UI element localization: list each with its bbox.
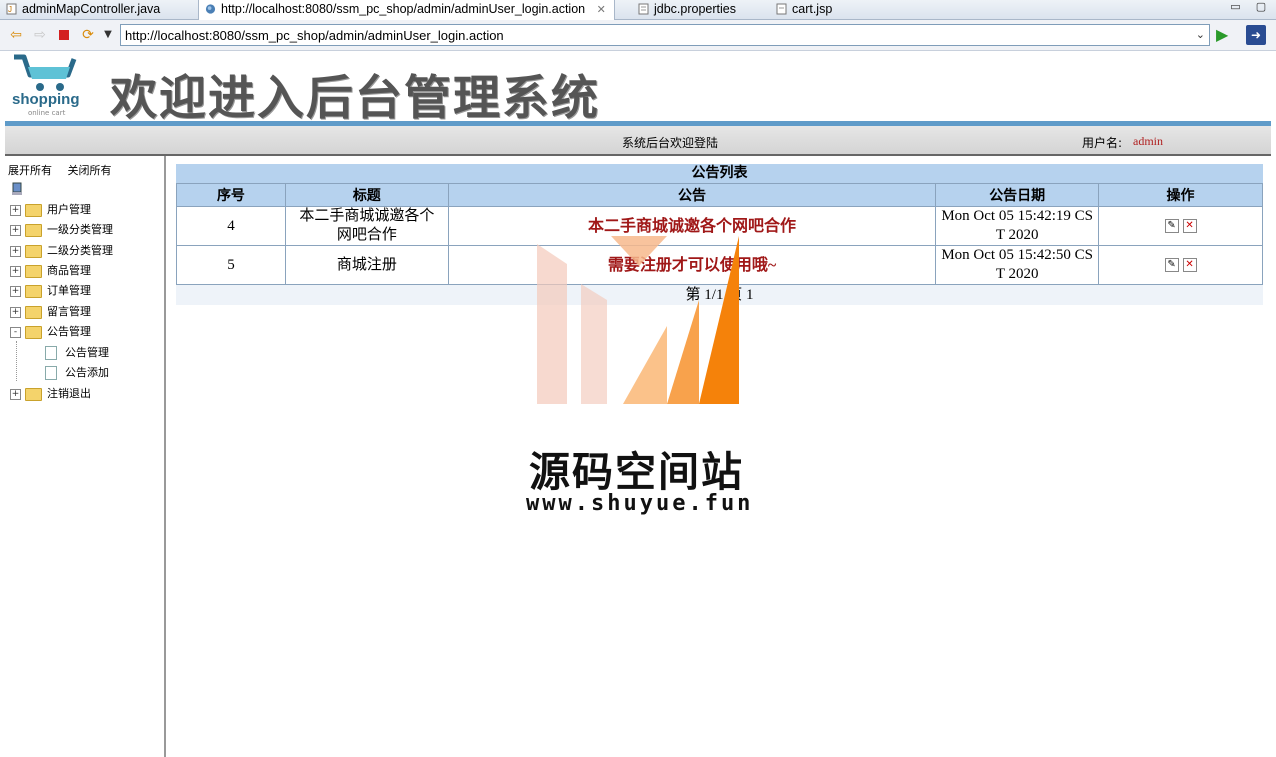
watermark-logo-icon — [537, 236, 739, 404]
page-icon — [45, 346, 57, 360]
cell-date: Mon Oct 05 15:42:19 CST 2020 — [935, 206, 1100, 246]
expand-toggle-icon[interactable]: + — [10, 245, 21, 257]
folder-icon — [25, 264, 42, 278]
folder-icon — [25, 203, 42, 217]
logo-subtitle: online cart — [28, 109, 66, 117]
expand-toggle-icon[interactable]: + — [10, 204, 21, 216]
collapse-all-link[interactable]: 关闭所有 — [68, 164, 112, 177]
cell-actions: ✎ ✕ — [1098, 206, 1263, 246]
back-arrow-icon[interactable]: ⇦ — [6, 25, 26, 45]
expand-toggle-icon[interactable]: + — [10, 306, 21, 318]
tab-jdbc-properties[interactable]: jdbc.properties — [632, 0, 736, 19]
col-header-date: 公告日期 — [935, 183, 1100, 207]
text-file-icon — [638, 3, 649, 15]
tab-cart-jsp[interactable]: cart.jsp — [770, 0, 832, 19]
welcome-text: 系统后台欢迎登陆 — [622, 136, 719, 150]
minimize-icon[interactable]: ▭ — [1229, 0, 1243, 13]
delete-icon[interactable]: ✕ — [1182, 219, 1197, 234]
cell-title: 商城注册 — [284, 245, 449, 285]
tree-controls: 展开所有 关闭所有 — [8, 162, 124, 178]
col-header-actions: 操作 — [1098, 183, 1263, 207]
history-dropdown-icon[interactable]: ▼ — [98, 25, 118, 45]
sidebar-item-order-management[interactable]: + 订单管理 — [10, 282, 91, 300]
open-folder-icon — [25, 325, 42, 339]
site-header: shopping online cart 欢迎进入后台管理系统 — [0, 51, 1276, 126]
edit-icon[interactable]: ✎ — [1164, 258, 1179, 273]
delete-icon[interactable]: ✕ — [1182, 258, 1197, 273]
cell-title: 本二手商城诚邀各个网吧合作 — [284, 206, 449, 246]
folder-icon — [25, 305, 42, 319]
collapse-toggle-icon[interactable]: - — [10, 326, 21, 338]
refresh-icon[interactable]: ⟳ — [78, 25, 98, 45]
sidebar-item-message-management[interactable]: + 留言管理 — [10, 303, 91, 321]
cell-date: Mon Oct 05 15:42:50 CST 2020 — [935, 245, 1100, 285]
expand-toggle-icon[interactable]: + — [10, 285, 21, 297]
sidebar-item-category-level2[interactable]: + 二级分类管理 — [10, 242, 113, 260]
expand-toggle-icon[interactable]: + — [10, 224, 21, 236]
table-title: 公告列表 — [176, 164, 1263, 183]
expand-toggle-icon[interactable]: + — [10, 388, 21, 400]
username-value: admin — [1133, 134, 1163, 148]
tree-connector — [16, 341, 18, 381]
stop-icon[interactable] — [54, 25, 74, 45]
window-controls: ▭ ▢ — [1221, 0, 1269, 13]
watermark-url: www.shuyue.fun — [526, 491, 754, 516]
tab-admin-map-controller[interactable]: J adminMapController.java — [0, 0, 160, 19]
folder-icon — [25, 284, 42, 298]
col-header-title: 标题 — [284, 183, 449, 207]
sidebar-item-product-management[interactable]: + 商品管理 — [10, 262, 91, 280]
page-icon — [45, 366, 57, 380]
sidebar-tree: 展开所有 关闭所有 + 用户管理 + 一级分类管理 + 二级分类管理 + 商品管理 + 订… — [3, 156, 166, 757]
address-bar[interactable]: http://localhost:8080/ssm_pc_shop/admin/… — [120, 24, 1210, 46]
jsp-file-icon — [776, 3, 787, 15]
sidebar-child-notice-add[interactable]: 公告添加 — [45, 364, 109, 382]
editor-tab-bar: J adminMapController.java http://localho… — [0, 0, 1276, 20]
cell-id: 5 — [176, 245, 286, 285]
sidebar-item-notice-management[interactable]: - 公告管理 — [10, 323, 91, 341]
col-header-id: 序号 — [176, 183, 286, 207]
sidebar-item-user-management[interactable]: + 用户管理 — [10, 201, 91, 219]
sidebar-child-notice-list[interactable]: 公告管理 — [45, 344, 109, 362]
folder-icon — [25, 244, 42, 258]
sidebar-item-category-level1[interactable]: + 一级分类管理 — [10, 221, 113, 239]
edit-icon[interactable]: ✎ — [1164, 219, 1179, 234]
chevron-down-icon[interactable]: ⌄ — [1196, 25, 1205, 46]
open-external-icon[interactable]: ➜ — [1246, 25, 1266, 45]
expand-all-link[interactable]: 展开所有 — [8, 164, 52, 177]
username-label: 用户名: — [1082, 136, 1123, 150]
cell-id: 4 — [176, 206, 286, 246]
computer-root-icon — [12, 182, 22, 195]
page-title: 欢迎进入后台管理系统 — [110, 71, 600, 126]
tab-browser-page[interactable]: http://localhost:8080/ssm_pc_shop/admin/… — [198, 0, 615, 20]
go-arrow-icon[interactable]: ▶ — [1216, 25, 1228, 44]
expand-toggle-icon[interactable]: + — [10, 265, 21, 277]
maximize-icon[interactable]: ▢ — [1254, 0, 1268, 13]
sidebar-item-logout[interactable]: + 注销退出 — [10, 385, 91, 403]
folder-icon — [25, 387, 42, 401]
col-header-notice: 公告 — [447, 183, 937, 207]
logo-text: shopping — [12, 91, 80, 108]
table-header-row: 序号 标题 公告 公告日期 操作 — [176, 183, 1263, 207]
globe-icon — [205, 4, 216, 14]
java-file-icon: J — [6, 3, 17, 15]
forward-arrow-icon[interactable]: ⇨ — [30, 25, 50, 45]
close-tab-icon[interactable]: ✕ — [597, 4, 606, 16]
watermark-title: 源码空间站 — [529, 448, 744, 496]
folder-icon — [25, 223, 42, 237]
svg-text:J: J — [8, 5, 12, 14]
cell-actions: ✎ ✕ — [1098, 245, 1263, 285]
